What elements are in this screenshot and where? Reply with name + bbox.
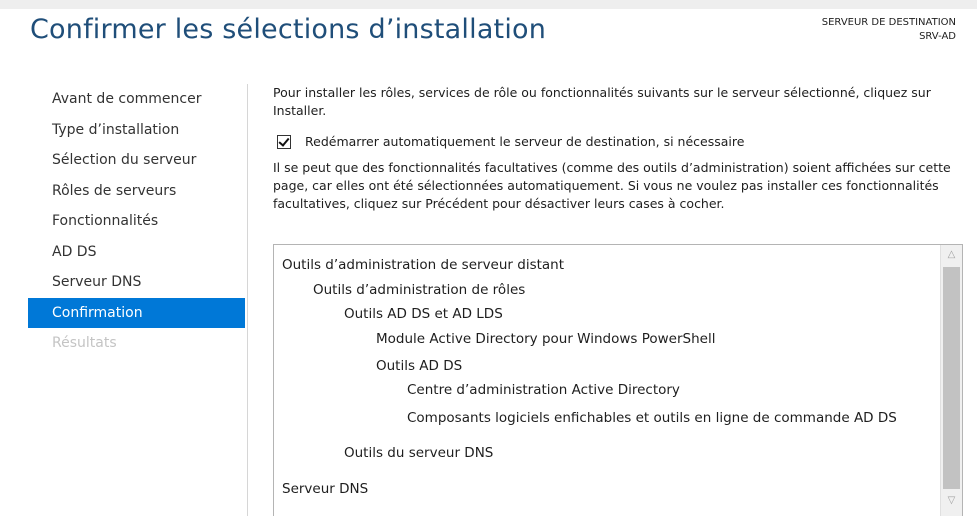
scroll-up-icon[interactable]: △	[941, 245, 962, 265]
nav-item-ad-ds[interactable]: AD DS	[28, 237, 245, 268]
features-list-box[interactable]: Outils d’administration de serveur dista…	[273, 244, 963, 516]
restart-option[interactable]: Redémarrer automatiquement le serveur de…	[273, 133, 963, 151]
nav-item-selection-serveur[interactable]: Sélection du serveur	[28, 145, 245, 176]
sidebar-divider	[247, 84, 248, 516]
destination-server-name: SRV-AD	[919, 31, 956, 42]
list-item: Module Active Directory pour Windows Pow…	[376, 331, 716, 347]
scroll-down-icon[interactable]: ▽	[941, 491, 962, 511]
page-title: Confirmer les sélections d’installation	[30, 14, 547, 45]
nav-item-roles-serveurs[interactable]: Rôles de serveurs	[28, 176, 245, 207]
nav-item-fonctionnalites[interactable]: Fonctionnalités	[28, 206, 245, 237]
intro-text: Pour installer les rôles, services de rô…	[273, 85, 931, 118]
scroll-thumb[interactable]	[943, 267, 960, 489]
nav-item-serveur-dns[interactable]: Serveur DNS	[28, 267, 245, 298]
list-item: Outils du serveur DNS	[344, 445, 494, 461]
list-item: Outils AD DS et AD LDS	[344, 306, 503, 322]
nav-item-avant-de-commencer[interactable]: Avant de commencer	[28, 84, 245, 115]
list-item: Serveur DNS	[282, 481, 369, 497]
nav-item-type-installation[interactable]: Type d’installation	[28, 115, 245, 146]
destination-label: SERVEUR DE DESTINATION	[821, 17, 956, 28]
list-item: Centre d’administration Active Directory	[407, 382, 680, 398]
nav-item-resultats: Résultats	[52, 335, 117, 351]
features-list-scrollbar[interactable]: △ ▽	[940, 245, 962, 516]
optional-features-note: Il se peut que des fonctionnalités facul…	[273, 160, 951, 211]
list-item: Outils d’administration de rôles	[313, 282, 526, 298]
list-item: Composants logiciels enfichables et outi…	[407, 410, 897, 426]
restart-checkbox[interactable]	[277, 135, 291, 149]
main-content: Pour installer les rôles, services de rô…	[273, 84, 963, 213]
wizard-steps-nav: Avant de commencer Type d’installation S…	[28, 84, 245, 359]
nav-item-confirmation[interactable]: Confirmation	[28, 297, 245, 328]
list-item: Outils d’administration de serveur dista…	[282, 257, 565, 273]
window-top-strip	[0, 0, 977, 9]
list-item: Outils AD DS	[376, 358, 463, 374]
destination-server-info: SERVEUR DE DESTINATION SRV-AD	[822, 16, 956, 44]
restart-checkbox-label[interactable]: Redémarrer automatiquement le serveur de…	[305, 133, 744, 151]
